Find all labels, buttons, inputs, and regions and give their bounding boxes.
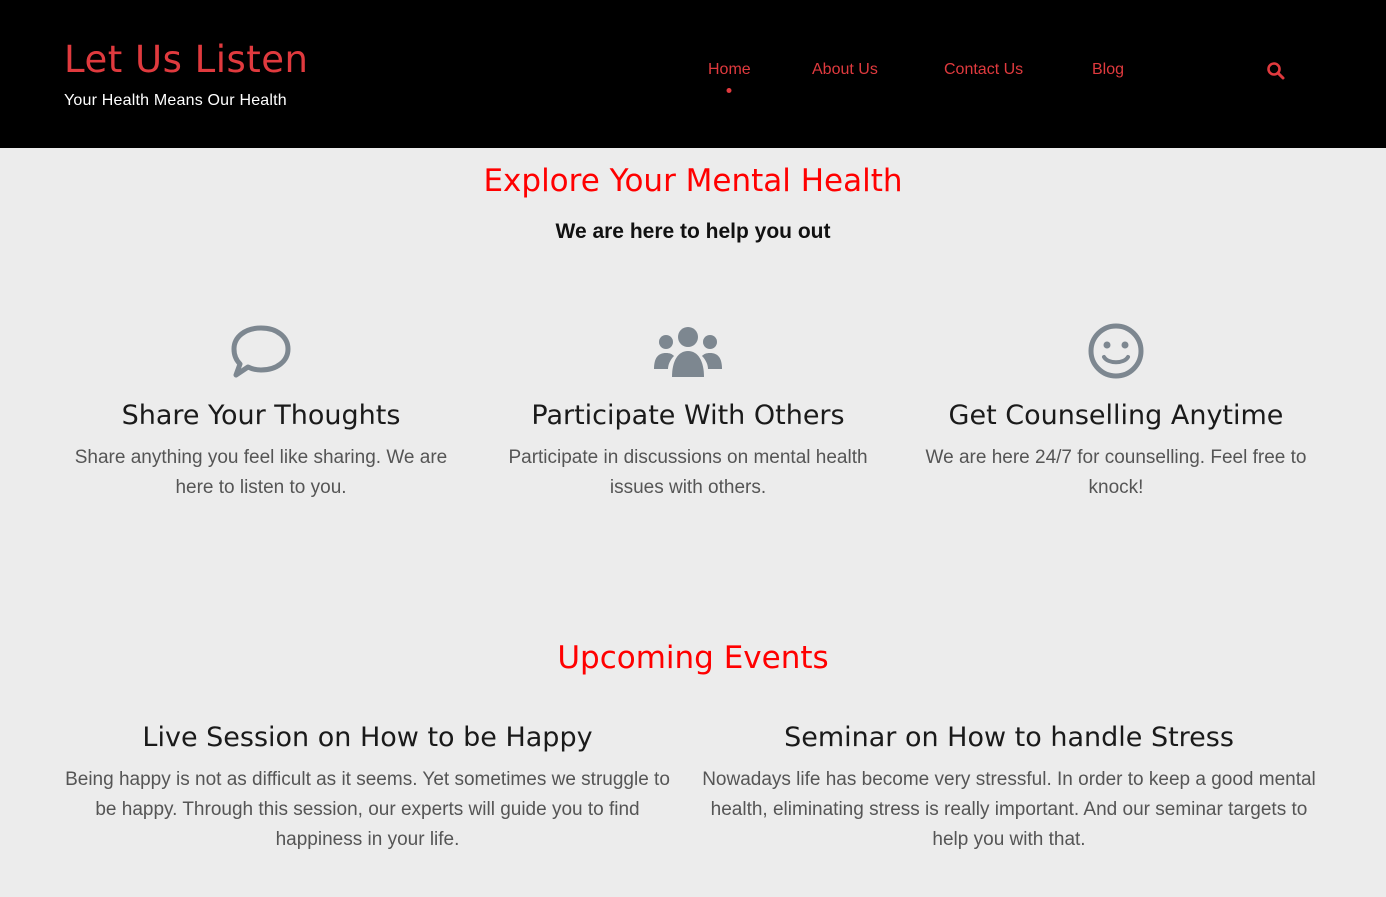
events-title: Upcoming Events [557,640,829,676]
event-text: Being happy is not as difficult as it se… [65,769,670,850]
site-header: Let Us Listen Your Health Means Our Heal… [0,0,1386,148]
search-icon [1267,62,1285,80]
explore-title: Explore Your Mental Health [483,163,903,199]
feature-title: Get Counselling Anytime [948,400,1284,431]
nav-contact-us[interactable]: Contact Us [944,61,1023,79]
feature-card-participate: Participate With Others Participate in d… [488,320,888,503]
event-title[interactable]: Live Session on How to be Happy [60,722,675,753]
feature-card-share: Share Your Thoughts Share anything you f… [61,320,461,503]
feature-text: Share anything you feel like sharing. We… [74,447,448,498]
users-group-icon [654,327,722,377]
nav-home[interactable]: Home [708,61,751,79]
search-button[interactable] [1266,61,1286,81]
feature-title: Share Your Thoughts [121,400,401,431]
smiley-icon [1088,323,1144,379]
event-text: Nowadays life has become very stressful.… [702,769,1316,850]
feature-title: Participate With Others [531,400,845,431]
feature-card-counselling: Get Counselling Anytime We are here 24/7… [916,320,1316,503]
event-card-happy: Live Session on How to be Happy Being ha… [60,722,675,855]
feature-text: We are here 24/7 for counselling. Feel f… [925,447,1307,498]
speech-bubble-icon [231,325,291,378]
feature-text: Participate in discussions on mental hea… [508,447,868,498]
event-title[interactable]: Seminar on How to handle Stress [695,722,1323,753]
nav-blog[interactable]: Blog [1092,61,1124,79]
event-card-stress: Seminar on How to handle Stress Nowadays… [695,722,1323,855]
main-nav: Home About Us Contact Us Blog [0,61,1386,101]
explore-subtitle: We are here to help you out [555,220,831,243]
nav-about-us[interactable]: About Us [812,61,878,79]
